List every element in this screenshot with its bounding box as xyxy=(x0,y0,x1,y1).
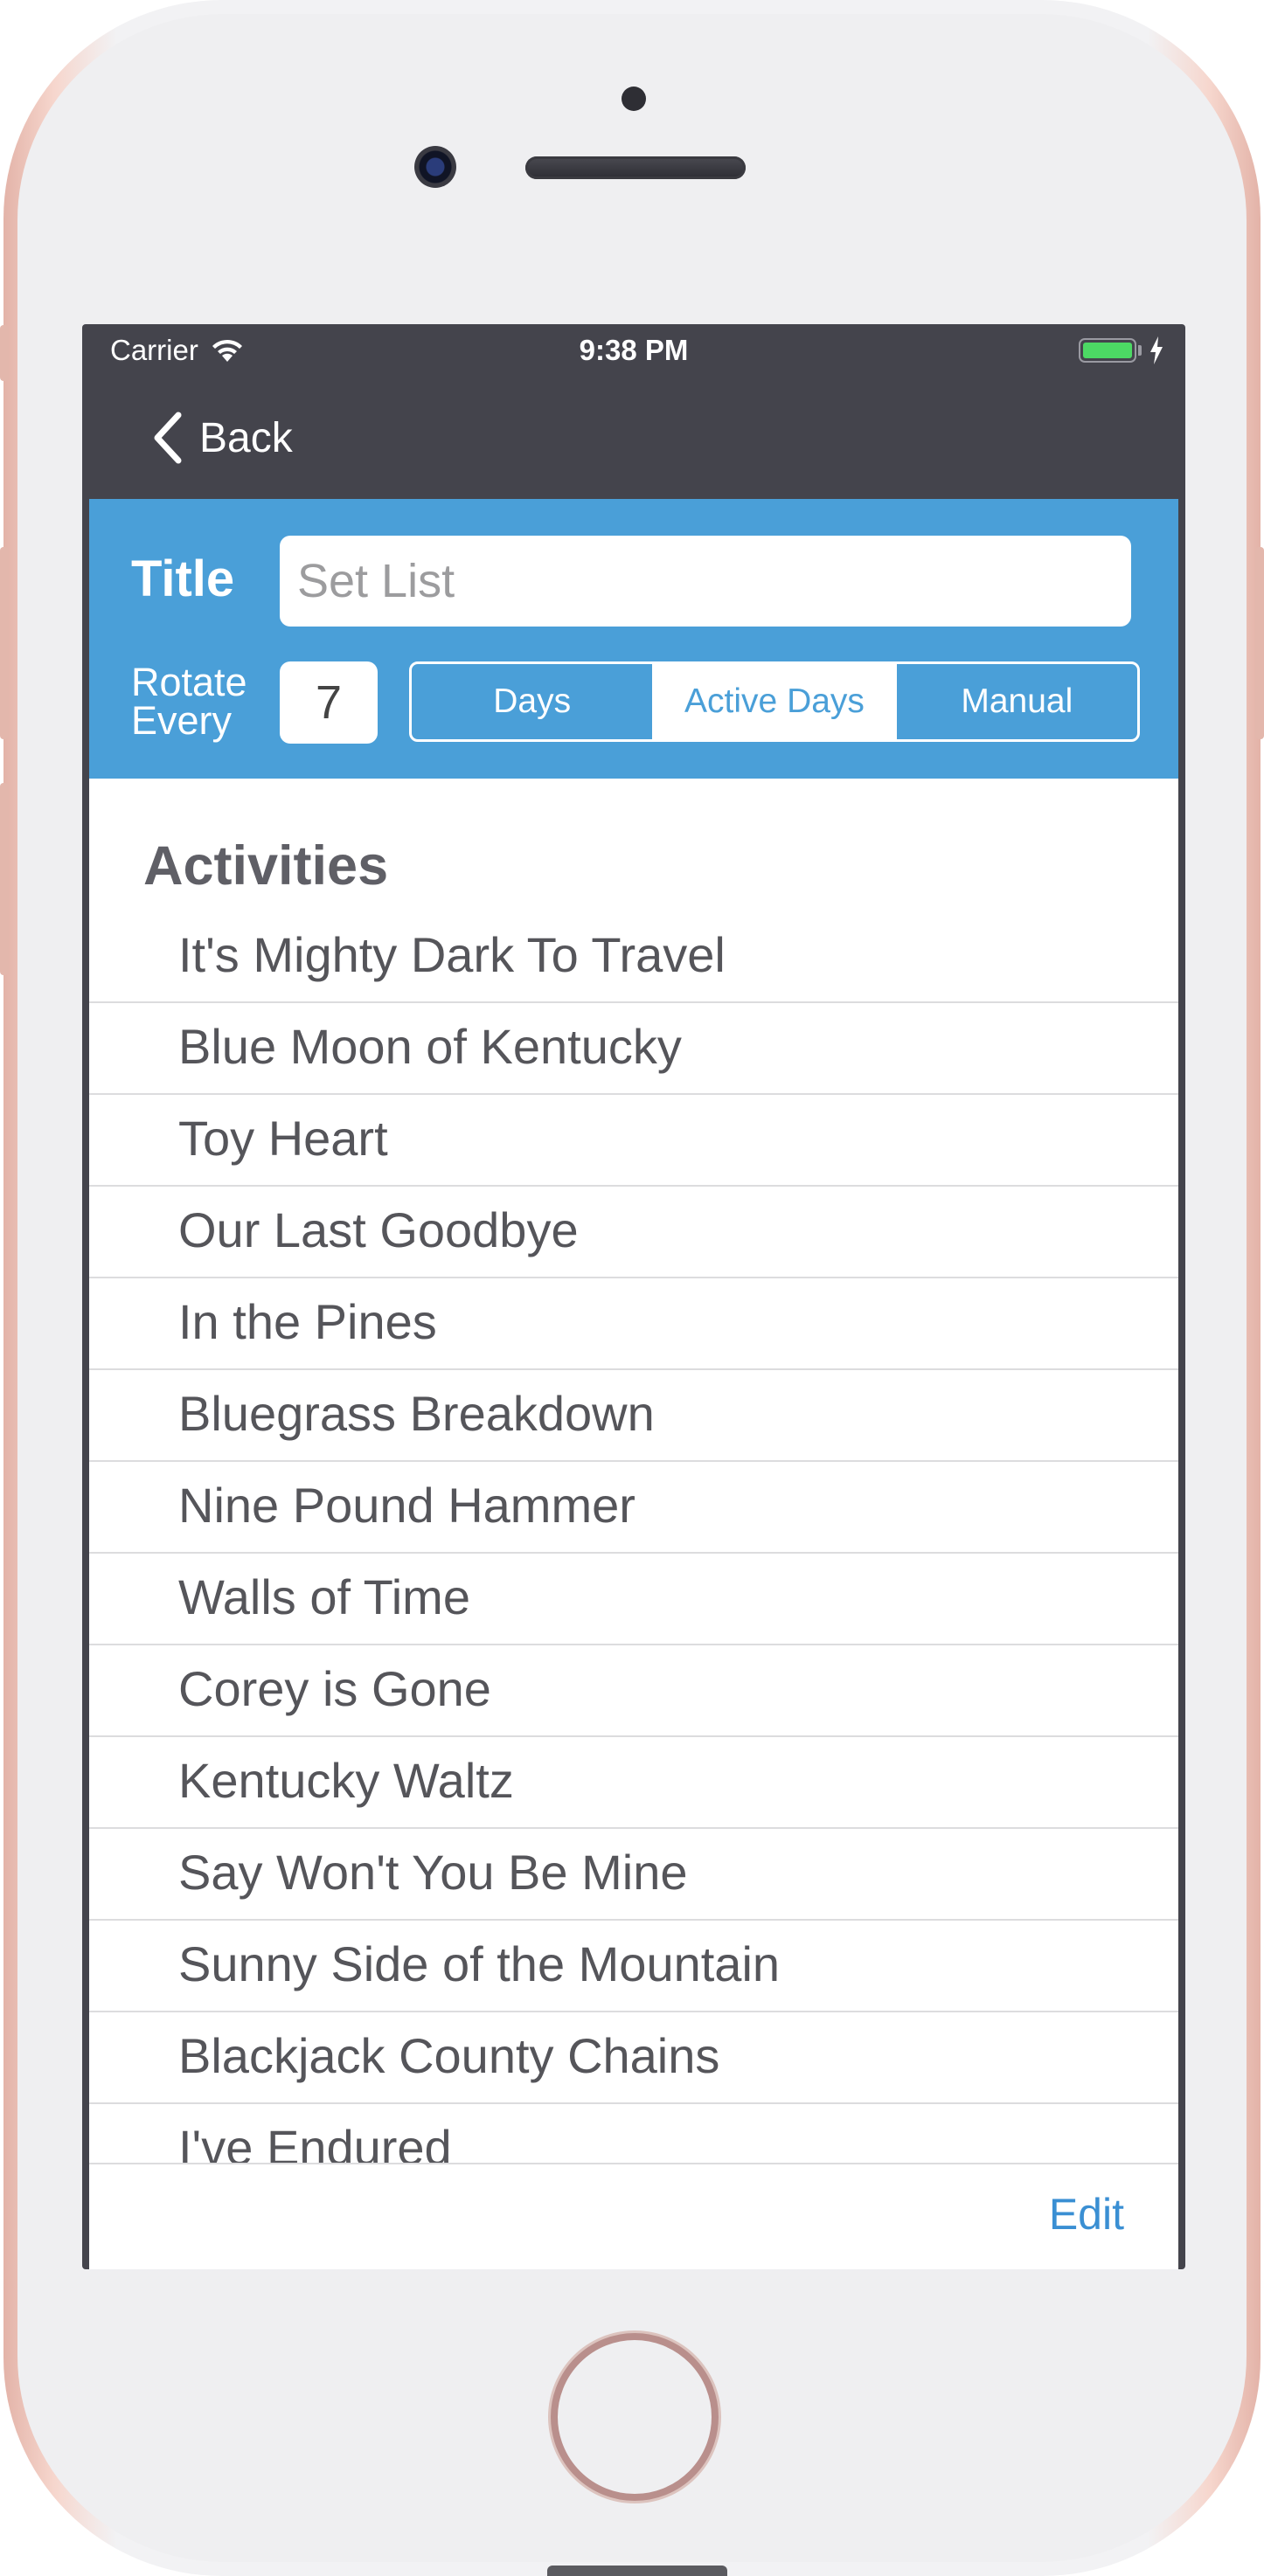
segment-manual[interactable]: Manual xyxy=(894,664,1137,739)
volume-down-button xyxy=(0,783,9,975)
front-camera-icon xyxy=(414,146,456,188)
battery-cap xyxy=(1138,345,1142,356)
list-item[interactable]: Toy Heart xyxy=(89,1095,1178,1187)
list-item[interactable]: Our Last Goodbye xyxy=(89,1187,1178,1278)
activity-list: It's Mighty Dark To Travel Blue Moon of … xyxy=(89,911,1178,2194)
proximity-sensor xyxy=(622,87,646,111)
list-item[interactable]: Sunny Side of the Mountain xyxy=(89,1921,1178,2012)
app-screen: Carrier 9:38 PM Back Title Set List Rota… xyxy=(82,324,1185,2269)
segment-active-days[interactable]: Active Days xyxy=(652,664,895,739)
list-item[interactable]: Say Won't You Be Mine xyxy=(89,1829,1178,1921)
set-list-settings-header: Title Rotate Every Days Active Days Manu… xyxy=(89,499,1178,779)
list-item[interactable]: Kentucky Waltz xyxy=(89,1737,1178,1829)
chevron-left-icon xyxy=(154,412,182,464)
back-button[interactable]: Back xyxy=(150,403,293,473)
activities-content: Activities It's Mighty Dark To Travel Bl… xyxy=(89,779,1178,2269)
list-item[interactable]: It's Mighty Dark To Travel xyxy=(89,911,1178,1003)
rotate-every-label: Rotate Every xyxy=(131,660,247,743)
list-item[interactable]: In the Pines xyxy=(89,1278,1178,1370)
battery-icon xyxy=(1079,338,1136,363)
list-item[interactable]: Corey is Gone xyxy=(89,1645,1178,1737)
rotate-count-input[interactable] xyxy=(280,661,378,744)
status-time: 9:38 PM xyxy=(579,334,689,366)
title-input[interactable] xyxy=(280,536,1131,627)
home-button[interactable] xyxy=(551,2333,719,2501)
charging-bolt-icon xyxy=(1150,336,1163,364)
list-item[interactable]: Blackjack County Chains xyxy=(89,2012,1178,2104)
status-bar: Carrier 9:38 PM xyxy=(89,324,1178,377)
bottom-toolbar: Edit xyxy=(89,2163,1178,2269)
list-item[interactable]: Bluegrass Breakdown xyxy=(89,1370,1178,1462)
battery-level-fill xyxy=(1083,343,1132,358)
list-item[interactable]: Walls of Time xyxy=(89,1554,1178,1645)
rotate-label-line2: Every xyxy=(131,698,233,743)
title-label: Title xyxy=(131,551,235,607)
activities-section-title: Activities xyxy=(143,835,389,897)
list-item[interactable]: Blue Moon of Kentucky xyxy=(89,1003,1178,1095)
power-button xyxy=(1255,547,1264,739)
volume-up-button xyxy=(0,547,9,739)
mute-switch xyxy=(0,325,9,381)
rotation-mode-segmented-control: Days Active Days Manual xyxy=(409,661,1140,742)
edit-button[interactable]: Edit xyxy=(1049,2189,1124,2240)
earpiece-speaker xyxy=(525,156,746,179)
back-label: Back xyxy=(199,414,293,461)
segment-days[interactable]: Days xyxy=(412,664,652,739)
status-right xyxy=(1079,324,1164,377)
bottom-port xyxy=(547,2566,727,2576)
rotate-label-line1: Rotate xyxy=(131,660,247,704)
navigation-bar: Back xyxy=(89,377,1178,499)
list-item[interactable]: Nine Pound Hammer xyxy=(89,1462,1178,1554)
